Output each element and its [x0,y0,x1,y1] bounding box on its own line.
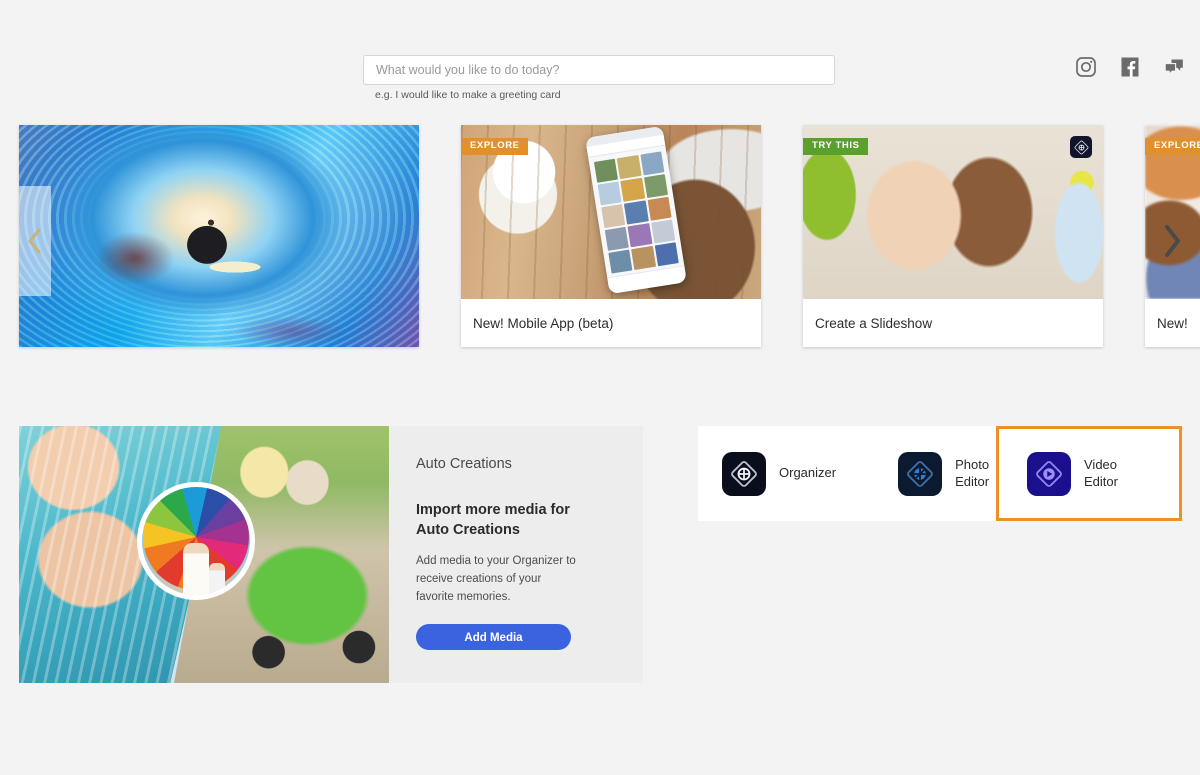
card-caption: New! [1157,315,1188,331]
card-badge-explore: EXPLORE [461,138,528,155]
collage-circle-inset [137,482,255,600]
chevron-right-icon [1165,225,1180,257]
card-image-surfer [19,125,419,347]
chevron-left-icon [28,228,41,254]
auto-creations-body: Add media to your Organizer to receive c… [416,555,576,603]
app-tile-label: Photo Editor [955,457,989,491]
app-tile-organizer[interactable]: Organizer [698,426,870,521]
carousel-card-slideshow[interactable]: TRY THIS Create a Slideshow [803,125,1103,347]
add-media-button[interactable]: Add Media [416,624,571,651]
card-badge-try-this: TRY THIS [803,138,868,155]
app-launcher-bar: Organizer Photo Editor Video Editor [698,426,1182,521]
auto-creations-text: Auto Creations Import more media for Aut… [389,426,643,683]
carousel-card-mobile-app[interactable]: EXPLORE New! Mobile App (beta) [461,125,761,347]
carousel-card-surfer[interactable] [19,125,419,347]
auto-creations-panel: Auto Creations Import more media for Aut… [19,426,643,683]
app-tile-label: Organizer [779,465,837,481]
elements-home-screen: e.g. I would like to make a greeting car… [0,0,1200,775]
photo-editor-app-icon [898,451,943,496]
facebook-icon[interactable] [1118,55,1142,79]
auto-creations-collage[interactable] [19,426,389,683]
card-caption: Create a Slideshow [815,315,933,331]
card-image-mobile-app: EXPLORE [461,125,761,299]
app-tile-label-line1: Photo [955,456,990,472]
organizer-app-icon [722,451,766,496]
app-tile-label-line2: Editor [955,473,990,489]
collage-figure-child [208,562,225,595]
app-tile-label-line1: Video [1084,456,1118,472]
app-tile-label: Video Editor [1084,457,1118,491]
promo-carousel: EXPLORE New! Mobile App (beta) TRY THIS … [0,125,1200,355]
app-tile-label-line2: Editor [1084,473,1118,489]
app-tile-video-editor[interactable]: Video Editor [996,426,1182,521]
chat-bubbles-icon[interactable] [1162,55,1186,79]
video-editor-app-icon [1027,451,1071,496]
auto-creations-heading: Import more media for Auto Creations [416,502,570,538]
carousel-next-button[interactable] [1144,186,1200,296]
card-image-slideshow: TRY THIS [803,125,1103,299]
organizer-app-badge-icon [1070,136,1092,158]
surfer-photo [19,125,419,347]
search-input[interactable] [363,55,835,85]
instagram-icon[interactable] [1074,55,1098,79]
auto-creations-title: Auto Creations [416,456,512,472]
top-bar: e.g. I would like to make a greeting car… [0,0,1200,125]
search-hint: e.g. I would like to make a greeting car… [375,89,561,101]
card-caption: New! Mobile App (beta) [473,315,614,331]
card-badge-explore: EXPLORE [1145,138,1200,155]
collage-figure-adult [183,543,209,595]
search-area: e.g. I would like to make a greeting car… [363,55,835,101]
social-links [1074,55,1186,79]
carousel-prev-button[interactable] [19,186,51,296]
